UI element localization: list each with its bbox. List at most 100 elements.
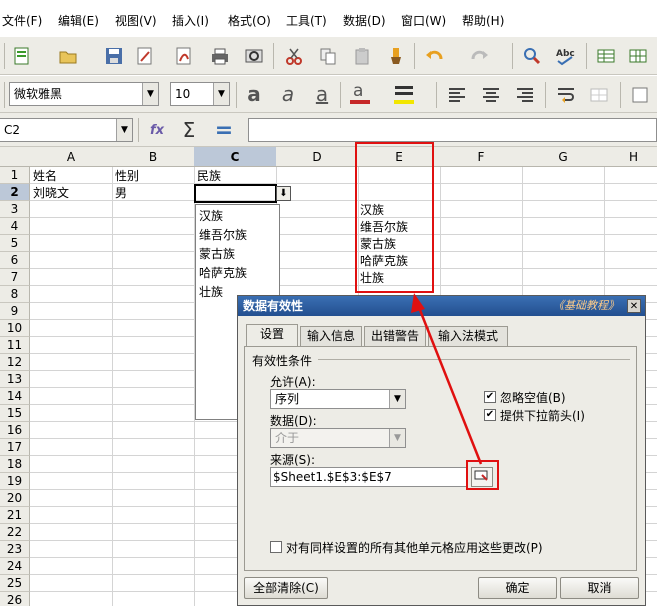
list-item[interactable]: 壮族 <box>199 283 223 300</box>
row-header[interactable]: 1 <box>0 167 30 184</box>
allow-select[interactable]: 序列 ▼ <box>270 389 406 409</box>
row-header[interactable]: 26 <box>0 592 30 606</box>
tab-input-info[interactable]: 输入信息 <box>300 326 362 346</box>
column-header-b[interactable]: B <box>112 147 195 167</box>
paste-icon[interactable] <box>350 44 374 68</box>
column-header-h[interactable]: H <box>604 147 657 167</box>
insert-columns-icon[interactable] <box>626 44 650 68</box>
row-header[interactable]: 17 <box>0 439 30 456</box>
cell-c1[interactable]: 民族 <box>197 168 221 185</box>
cell-dropdown-button[interactable]: ⬇ <box>276 186 291 201</box>
column-header-f[interactable]: F <box>440 147 523 167</box>
align-right-icon[interactable] <box>513 83 537 107</box>
cut-icon[interactable] <box>282 44 306 68</box>
row-header[interactable]: 3 <box>0 201 30 218</box>
column-header-a[interactable]: A <box>30 147 113 167</box>
row-header[interactable]: 14 <box>0 388 30 405</box>
copy-icon[interactable] <box>316 44 340 68</box>
cancel-button[interactable]: 取消 <box>560 577 639 599</box>
row-header[interactable]: 8 <box>0 286 30 303</box>
wrap-text-icon[interactable] <box>554 83 578 107</box>
italic-icon[interactable]: a <box>276 82 300 106</box>
menu-file[interactable]: 文件(F) <box>2 12 42 29</box>
formula-input[interactable] <box>248 118 657 142</box>
row-header[interactable]: 4 <box>0 218 30 235</box>
autospell-icon[interactable]: Abc <box>554 44 578 68</box>
row-header[interactable]: 20 <box>0 490 30 507</box>
insert-rows-icon[interactable] <box>594 44 618 68</box>
menu-data[interactable]: 数据(D) <box>343 12 386 29</box>
cell-a1[interactable]: 姓名 <box>33 168 57 185</box>
row-header[interactable]: 22 <box>0 524 30 541</box>
menu-edit[interactable]: 编辑(E) <box>58 12 99 29</box>
column-header-d[interactable]: D <box>276 147 359 167</box>
underline-icon[interactable]: a <box>310 82 334 106</box>
row-header[interactable]: 16 <box>0 422 30 439</box>
edit-file-icon[interactable] <box>133 44 157 68</box>
menu-insert[interactable]: 插入(I) <box>172 12 209 29</box>
merge-cells-icon[interactable] <box>587 83 611 107</box>
ok-button[interactable]: 确定 <box>478 577 557 599</box>
format-paintbrush-icon[interactable] <box>384 44 408 68</box>
row-header[interactable]: 5 <box>0 235 30 252</box>
list-item[interactable]: 汉族 <box>199 207 223 224</box>
font-color-icon[interactable]: a <box>348 81 372 105</box>
close-icon[interactable]: ✕ <box>627 299 641 313</box>
data-select[interactable]: 介于 ▼ <box>270 428 406 448</box>
print-preview-icon[interactable] <box>242 44 266 68</box>
comment-icon[interactable] <box>628 83 652 107</box>
sum-icon[interactable]: Σ <box>177 118 201 142</box>
column-header-c[interactable]: C <box>194 147 277 167</box>
row-header[interactable]: 7 <box>0 269 30 286</box>
font-size-select[interactable]: 10 ▼ <box>170 82 230 106</box>
cell-c2-active[interactable] <box>194 184 277 203</box>
list-item[interactable]: 蒙古族 <box>199 245 235 262</box>
list-item[interactable]: 哈萨克族 <box>199 264 247 281</box>
cell-a2[interactable]: 刘晓文 <box>33 185 69 202</box>
font-name-select[interactable]: 微软雅黑 ▼ <box>9 82 159 106</box>
row-header[interactable]: 9 <box>0 303 30 320</box>
align-left-icon[interactable] <box>445 83 469 107</box>
row-header[interactable]: 6 <box>0 252 30 269</box>
export-pdf-icon[interactable] <box>172 44 196 68</box>
show-dropdown-checkbox[interactable]: ✔ <box>484 409 496 421</box>
bold-icon[interactable]: a <box>242 82 266 106</box>
name-box[interactable]: C2 ▼ <box>0 118 133 142</box>
menu-window[interactable]: 窗口(W) <box>401 12 446 29</box>
undo-icon[interactable] <box>422 44 446 68</box>
cell-b2[interactable]: 男 <box>115 185 127 202</box>
row-header[interactable]: 2 <box>0 184 30 201</box>
row-header[interactable]: 25 <box>0 575 30 592</box>
function-wizard-icon[interactable]: fx <box>145 118 169 142</box>
row-header[interactable]: 13 <box>0 371 30 388</box>
row-header[interactable]: 11 <box>0 337 30 354</box>
new-document-icon[interactable] <box>10 44 34 68</box>
menu-help[interactable]: 帮助(H) <box>462 12 504 29</box>
menu-tools[interactable]: 工具(T) <box>286 12 327 29</box>
highlight-color-icon[interactable] <box>392 81 416 105</box>
clear-all-button[interactable]: 全部清除(C) <box>244 577 328 599</box>
spell-check-icon[interactable] <box>520 44 544 68</box>
row-header[interactable]: 24 <box>0 558 30 575</box>
row-header[interactable]: 12 <box>0 354 30 371</box>
row-header[interactable]: 19 <box>0 473 30 490</box>
menu-format[interactable]: 格式(O) <box>228 12 271 29</box>
select-all-corner[interactable] <box>0 147 31 167</box>
column-header-g[interactable]: G <box>522 147 605 167</box>
print-icon[interactable] <box>208 44 232 68</box>
apply-all-checkbox[interactable] <box>270 541 282 553</box>
menu-view[interactable]: 视图(V) <box>115 12 157 29</box>
ignore-blank-checkbox[interactable]: ✔ <box>484 391 496 403</box>
row-header[interactable]: 23 <box>0 541 30 558</box>
redo-icon[interactable] <box>468 44 492 68</box>
align-center-icon[interactable] <box>479 83 503 107</box>
tab-error-alert[interactable]: 出错警告 <box>364 326 426 346</box>
row-header[interactable]: 21 <box>0 507 30 524</box>
list-item[interactable]: 维吾尔族 <box>199 226 247 243</box>
row-header[interactable]: 10 <box>0 320 30 337</box>
cell-b1[interactable]: 性别 <box>115 168 139 185</box>
row-header[interactable]: 18 <box>0 456 30 473</box>
formula-equals-icon[interactable]: = <box>212 118 236 143</box>
tab-input-method[interactable]: 输入法模式 <box>428 326 508 346</box>
tab-settings[interactable]: 设置 <box>246 324 298 346</box>
